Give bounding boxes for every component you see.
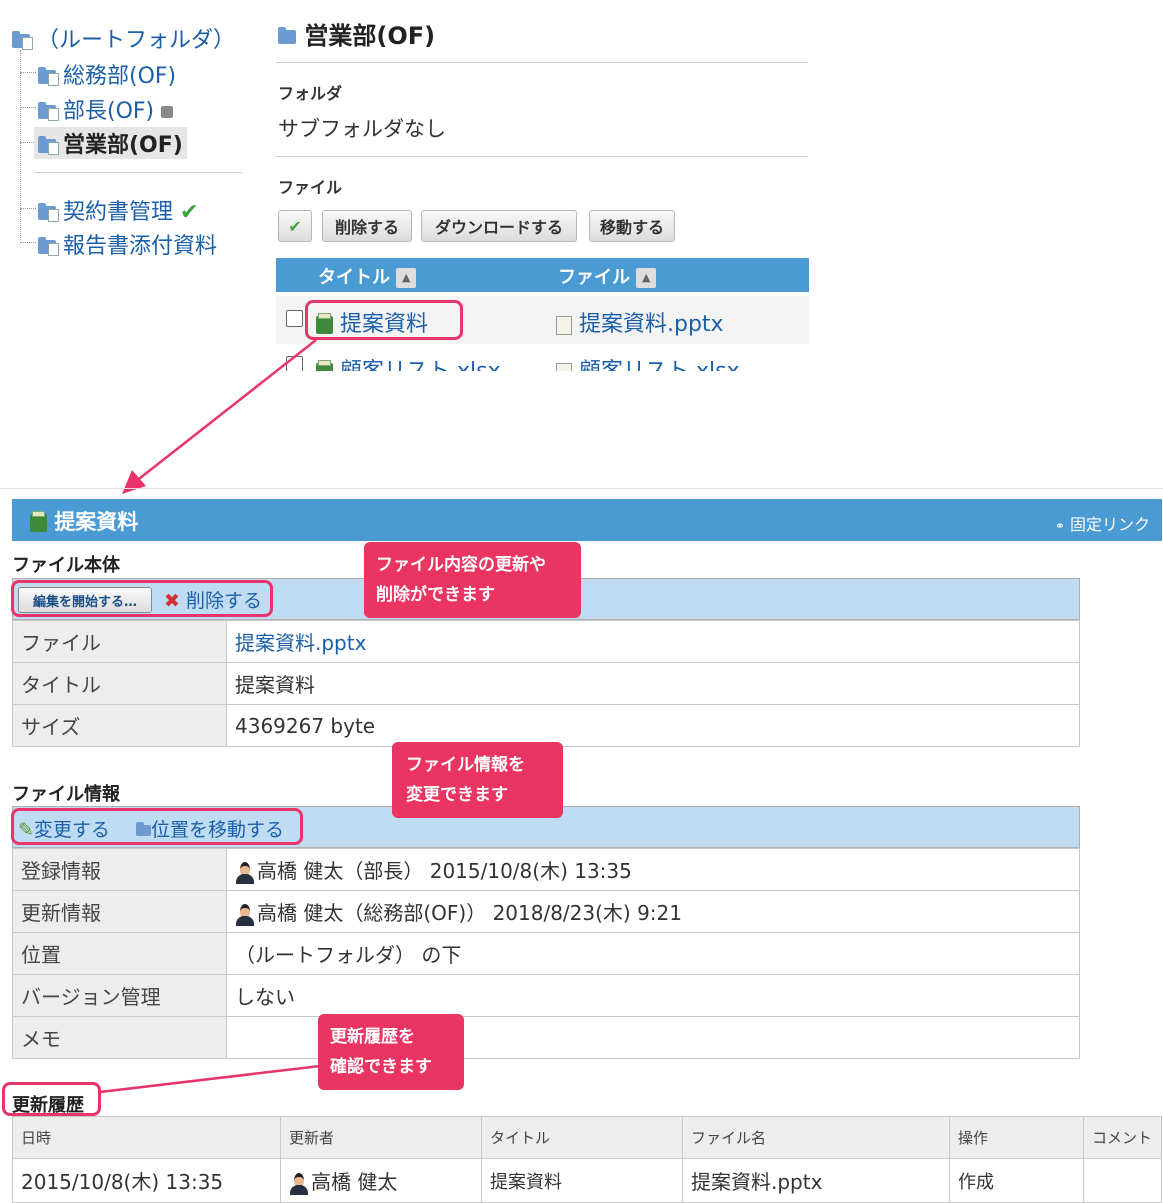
user-avatar-icon xyxy=(289,1172,309,1195)
row-key: サイズ xyxy=(12,704,227,747)
row-value: 高橋 健太（部長） 2015/10/8(木) 13:35 xyxy=(257,859,632,883)
callout-text: 変更できます xyxy=(406,785,508,805)
highlight-box xyxy=(11,808,303,845)
file-info-table: 登録情報 高橋 健太（部長） 2015/10/8(木) 13:35 更新情報 高… xyxy=(12,848,1080,1059)
table-row: メモ xyxy=(12,1016,1080,1059)
user-avatar-icon xyxy=(235,861,255,884)
row-value: （ルートフォルダ） の下 xyxy=(226,932,1080,975)
table-row: 2015/10/8(木) 13:35 高橋 健太 提案資料 提案資料.pptx … xyxy=(12,1158,1162,1203)
col-header: 操作 xyxy=(949,1116,1084,1159)
book-icon xyxy=(30,511,47,532)
user-avatar-icon xyxy=(235,903,255,926)
callout-text: ファイル内容の更新や xyxy=(376,555,546,575)
callout-file-info: ファイル情報を 変更できます xyxy=(392,742,563,818)
row-value: 提案資料 xyxy=(226,662,1080,705)
table-row: バージョン管理 しない xyxy=(12,974,1080,1017)
row-key: メモ xyxy=(12,1016,227,1059)
file-info-heading: ファイル情報 xyxy=(12,784,120,805)
detail-header: 提案資料 ⚭ 固定リンク xyxy=(12,499,1162,541)
detail-title-text: 提案資料 xyxy=(54,510,139,534)
table-row: 更新情報 高橋 健太（総務部(OF)） 2018/8/23(木) 9:21 xyxy=(12,890,1080,933)
row-key: 位置 xyxy=(12,932,227,975)
permalink-text: 固定リンク xyxy=(1069,515,1150,534)
table-row: 登録情報 高橋 健太（部長） 2015/10/8(木) 13:35 xyxy=(12,848,1080,891)
table-row: ファイル 提案資料.pptx xyxy=(12,620,1080,663)
history-file: 提案資料.pptx xyxy=(682,1158,950,1203)
history-date: 2015/10/8(木) 13:35 xyxy=(12,1158,281,1203)
row-key: ファイル xyxy=(12,620,227,663)
row-key: タイトル xyxy=(12,662,227,705)
history-title: 提案資料 xyxy=(481,1158,683,1203)
history-user: 高橋 健太 xyxy=(311,1170,398,1194)
history-table: 日時 更新者 タイトル ファイル名 操作 コメント 2015/10/8(木) 1… xyxy=(12,1116,1162,1203)
history-comment xyxy=(1083,1158,1162,1203)
callout-text: 削除ができます xyxy=(376,585,495,605)
col-header: コメント xyxy=(1083,1116,1162,1159)
callout-text: 更新履歴を xyxy=(330,1027,415,1047)
callout-text: 確認できます xyxy=(330,1057,432,1077)
row-value: 高橋 健太（総務部(OF)） 2018/8/23(木) 9:21 xyxy=(257,901,682,925)
file-link[interactable]: 提案資料.pptx xyxy=(235,631,366,655)
table-row: サイズ 4369267 byte xyxy=(12,704,1080,747)
col-header: 日時 xyxy=(12,1116,281,1159)
row-value: しない xyxy=(226,974,1080,1017)
col-header: 更新者 xyxy=(280,1116,482,1159)
table-row: 位置 （ルートフォルダ） の下 xyxy=(12,932,1080,975)
row-key: 登録情報 xyxy=(12,848,227,891)
row-key: 更新情報 xyxy=(12,890,227,933)
callout-file-body: ファイル内容の更新や 削除ができます xyxy=(364,542,581,618)
highlight-box xyxy=(2,1082,101,1116)
callout-history: 更新履歴を 確認できます xyxy=(318,1014,464,1090)
file-body-heading: ファイル本体 xyxy=(12,555,120,576)
detail-title: 提案資料 xyxy=(30,506,138,536)
highlight-box xyxy=(11,580,273,617)
col-header: タイトル xyxy=(481,1116,683,1159)
callout-text: ファイル情報を xyxy=(406,755,525,775)
chain-link-icon: ⚭ xyxy=(1054,519,1065,533)
col-header: ファイル名 xyxy=(682,1116,950,1159)
history-op: 作成 xyxy=(949,1158,1084,1203)
permalink[interactable]: ⚭ 固定リンク xyxy=(1055,511,1150,535)
table-row: タイトル 提案資料 xyxy=(12,662,1080,705)
file-body-table: ファイル 提案資料.pptx タイトル 提案資料 サイズ 4369267 byt… xyxy=(12,620,1080,747)
row-value: 4369267 byte xyxy=(226,704,1080,747)
row-key: バージョン管理 xyxy=(12,974,227,1017)
history-header-row: 日時 更新者 タイトル ファイル名 操作 コメント xyxy=(12,1116,1162,1159)
